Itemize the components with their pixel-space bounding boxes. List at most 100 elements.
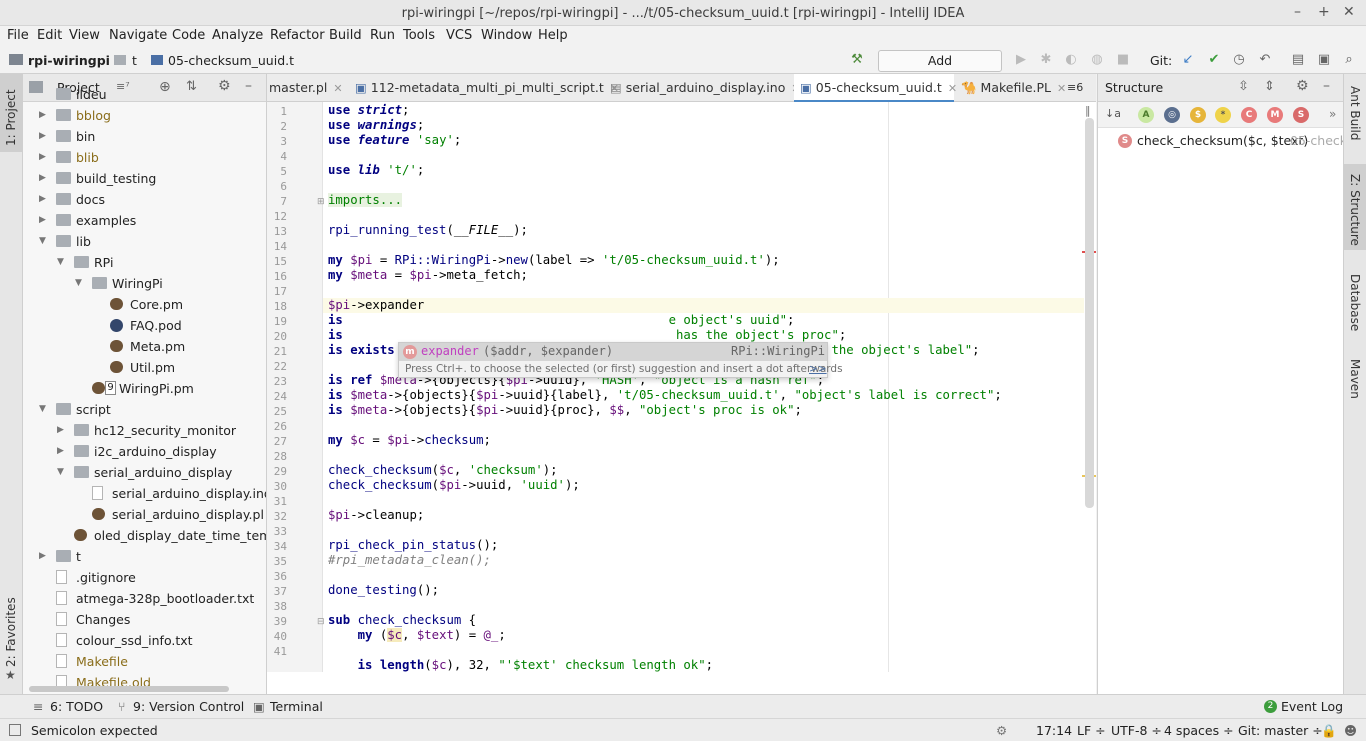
terminal-icon[interactable]: ▣ (1315, 51, 1333, 69)
tree-item[interactable]: ▼ script (23, 399, 266, 420)
menu-navigate[interactable]: Navigate (109, 28, 167, 43)
event-log-tool-tab[interactable]: Event Log (1281, 699, 1343, 714)
hide-panel-icon[interactable]: – (1323, 78, 1330, 94)
todo-tool-tab[interactable]: 6: TODO (50, 699, 103, 714)
completion-hint-link[interactable]: >> (809, 363, 827, 375)
filter-scalar-icon[interactable]: $ (1190, 107, 1206, 123)
close-tab-icon[interactable]: ✕ (333, 82, 342, 95)
tree-item[interactable]: ▶ build_testing (23, 168, 266, 189)
tree-item[interactable]: ▶ blib (23, 147, 266, 168)
tool-window-toggle-icon[interactable] (9, 724, 21, 736)
filter-a-icon[interactable]: A (1138, 107, 1154, 123)
tree-item[interactable]: ▶ hc12_security_monitor (23, 420, 266, 441)
menu-edit[interactable]: Edit (37, 28, 62, 43)
collapsed-arrow-icon[interactable]: ▶ (57, 420, 64, 441)
breadcrumb-file[interactable]: 05-checksum_uuid.t (168, 53, 294, 68)
tree-item[interactable]: ildeu (23, 84, 266, 105)
menu-tools[interactable]: Tools (403, 28, 435, 43)
tree-item[interactable]: serial_arduino_display.pl (23, 504, 266, 525)
pause-icon[interactable]: ‖ (1085, 104, 1091, 117)
tree-item[interactable]: Util.pm (23, 357, 266, 378)
collapsed-arrow-icon[interactable]: ▶ (39, 147, 46, 168)
menu-vcs[interactable]: VCS (446, 28, 472, 43)
git-revert-icon[interactable]: ↶ (1256, 51, 1274, 69)
menu-refactor[interactable]: Refactor (270, 28, 325, 43)
run-icon[interactable]: ▶ (1012, 51, 1030, 69)
terminal-tool-tab[interactable]: Terminal (270, 699, 323, 714)
tree-item[interactable]: Meta.pm (23, 336, 266, 357)
coverage-icon[interactable]: ◐ (1062, 51, 1080, 69)
tree-item[interactable]: ▶ i2c_arduino_display (23, 441, 266, 462)
collapsed-arrow-icon[interactable]: ▶ (39, 546, 46, 567)
tab-master-pl[interactable]: master.pl ✕ (267, 74, 343, 102)
tree-item[interactable]: ▶ docs (23, 189, 266, 210)
git-history-icon[interactable]: ◷ (1230, 51, 1248, 69)
menu-build[interactable]: Build (329, 28, 362, 43)
build-hammer-icon[interactable]: ⚒ (848, 51, 866, 69)
filter-method-icon[interactable]: M (1267, 107, 1283, 123)
tree-item[interactable]: ▶ examples (23, 210, 266, 231)
filter-sub-icon[interactable]: S (1293, 107, 1309, 123)
menu-code[interactable]: Code (172, 28, 205, 43)
close-button[interactable]: ✕ (1343, 4, 1355, 20)
collapsed-arrow-icon[interactable]: ▶ (39, 189, 46, 210)
search-icon[interactable]: ⌕ (1340, 51, 1358, 69)
debug-icon[interactable]: ✱ (1037, 51, 1055, 69)
git-update-icon[interactable]: ↙ (1179, 51, 1197, 69)
completion-popup[interactable]: m expander ($addr, $expander) RPi::Wirin… (398, 342, 843, 378)
collapsed-arrow-icon[interactable]: ▶ (39, 126, 46, 147)
tree-item[interactable]: serial_arduino_display.ino (23, 483, 266, 504)
tab-checksum-uuid[interactable]: ▣ 05-checksum_uuid.t ✕ (794, 74, 957, 102)
favorites-tool-tab[interactable]: 2: Favorites (4, 597, 18, 667)
vertical-scrollbar[interactable] (1085, 118, 1094, 508)
line-separator[interactable]: LF ÷ (1077, 723, 1106, 738)
indent-setting[interactable]: 4 spaces ÷ (1164, 723, 1234, 738)
expanded-arrow-icon[interactable]: ▼ (57, 462, 64, 483)
file-encoding[interactable]: UTF-8 ÷ (1111, 723, 1162, 738)
horizontal-scrollbar[interactable] (29, 686, 229, 692)
expanded-arrow-icon[interactable]: ▼ (57, 252, 64, 273)
tree-item[interactable]: ▶ bblog (23, 105, 266, 126)
tab-serial-ino[interactable]: ▤ serial_arduino_display.ino✕ (604, 74, 801, 102)
caret-position[interactable]: 17:14 (1036, 723, 1072, 738)
tree-item[interactable]: FAQ.pod (23, 315, 266, 336)
collapse-all-icon[interactable]: ⇕ (1264, 79, 1275, 94)
tree-item[interactable]: 9 WiringPi.pm (23, 378, 266, 399)
breadcrumb-folder[interactable]: t (132, 53, 137, 68)
add-configuration-button[interactable]: Add Configuration... (878, 50, 1002, 88)
version-control-tool-tab[interactable]: 9: Version Control (133, 699, 244, 714)
completion-item[interactable]: m expander ($addr, $expander) RPi::Wirin… (399, 343, 827, 361)
maximize-button[interactable]: + (1318, 4, 1330, 20)
filter-constant-icon[interactable]: C (1241, 107, 1257, 123)
minimize-button[interactable]: – (1294, 4, 1301, 20)
tree-item[interactable]: ▼ RPi (23, 252, 266, 273)
breadcrumb-project[interactable]: rpi-wiringpi (28, 53, 110, 68)
collapsed-arrow-icon[interactable]: ▶ (39, 210, 46, 231)
settings-gear-icon[interactable]: ⚙ (1296, 78, 1309, 94)
maven-tool-tab[interactable]: Maven (1348, 359, 1362, 399)
tree-item[interactable]: colour_ssd_info.txt (23, 630, 266, 651)
project-structure-icon[interactable]: ▤ (1289, 51, 1307, 69)
project-tool-tab[interactable]: 1: Project (4, 89, 18, 146)
sort-icon[interactable]: ↓a (1105, 107, 1121, 120)
tree-item[interactable]: Makefile (23, 651, 266, 672)
inspector-icon[interactable]: ☻ (1344, 723, 1357, 738)
ant-build-tool-tab[interactable]: Ant Build (1348, 86, 1362, 140)
expand-all-icon[interactable]: ⇳ (1238, 79, 1249, 94)
git-commit-icon[interactable]: ✔ (1205, 51, 1223, 69)
menu-run[interactable]: Run (370, 28, 395, 43)
structure-tool-tab[interactable]: Z: Structure (1348, 174, 1362, 246)
lock-icon[interactable]: 🔒 (1321, 723, 1337, 739)
tab-metadata-multi[interactable]: ▣ 112-metadata_multi_pi_multi_script.t ✕ (349, 74, 619, 102)
tree-item[interactable]: ▼ serial_arduino_display (23, 462, 266, 483)
filter-pod-icon[interactable]: ◎ (1164, 107, 1180, 123)
database-tool-tab[interactable]: Database (1348, 274, 1362, 331)
menu-analyze[interactable]: Analyze (212, 28, 263, 43)
menu-file[interactable]: File (7, 28, 29, 43)
git-branch[interactable]: Git: master ÷ (1238, 723, 1323, 738)
more-icon[interactable]: » (1329, 107, 1336, 121)
menu-help[interactable]: Help (538, 28, 568, 43)
tree-item[interactable]: oled_display_date_time_temp.pl (23, 525, 266, 546)
collapsed-arrow-icon[interactable]: ▶ (39, 105, 46, 126)
expanded-arrow-icon[interactable]: ▼ (75, 273, 82, 294)
